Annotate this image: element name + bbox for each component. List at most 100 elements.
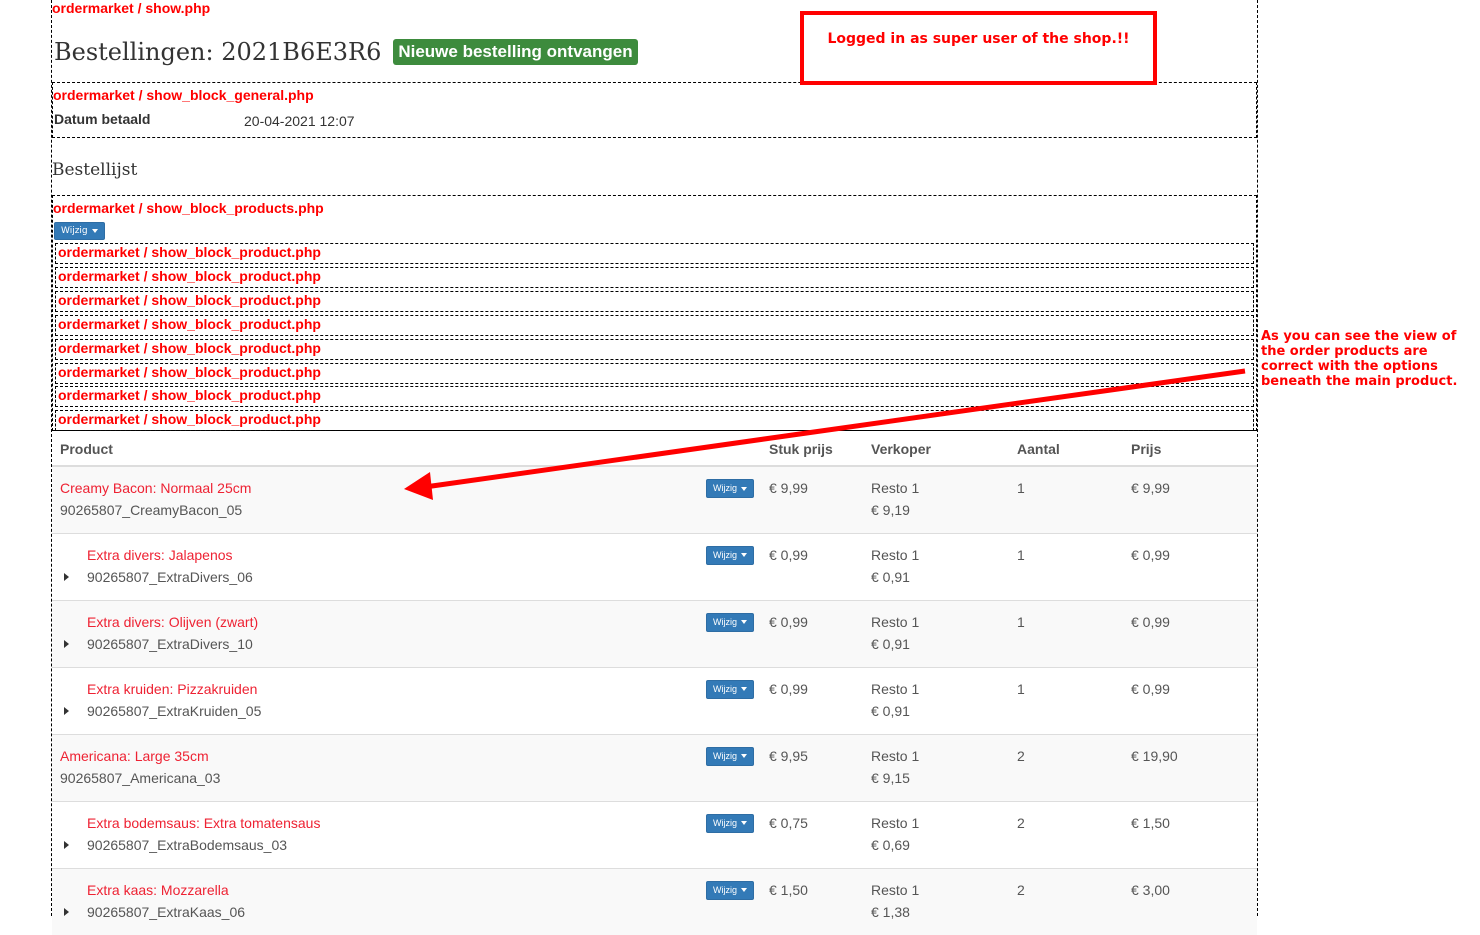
order-title: Bestellingen: 2021B6E3R6 (54, 38, 382, 66)
product-name[interactable]: Extra divers: Olijven (zwart) (87, 611, 699, 633)
product-cell: Extra divers: Jalapenos 90265807_ExtraDiv… (52, 532, 754, 600)
quantity: 1 (1009, 599, 1123, 667)
wijzig-label: Wijzig (713, 750, 737, 761)
product-block: ordermarket / show_block_product.php (55, 386, 1254, 407)
product-block: ordermarket / show_block_product.php (55, 267, 1254, 288)
caret-down-icon (741, 486, 747, 491)
seller-cell: Resto 1 € 9,19 (863, 465, 1009, 533)
unit-price: € 1,50 (707, 867, 863, 935)
page-title: Bestellingen: 2021B6E3R6 Nieuwe bestellin… (54, 38, 638, 66)
annotation-box: Logged in as super user of the shop.!! (800, 11, 1157, 85)
caret-down-icon (741, 620, 747, 625)
product-cell: Extra kruiden: Pizzakruiden 90265807_Extr… (52, 666, 754, 734)
wijzig-button[interactable]: Wijzig (706, 479, 754, 498)
product-name[interactable]: Extra divers: Jalapenos (87, 544, 699, 566)
quantity: 2 (1009, 733, 1123, 801)
table-row: Extra kruiden: Pizzakruiden 90265807_Extr… (52, 666, 1257, 734)
product-sku: 90265807_ExtraDivers_10 (87, 635, 253, 652)
caret-down-icon (91, 228, 98, 233)
product-name[interactable]: Americana: Large 35cm (60, 745, 699, 767)
table-row: Extra divers: Olijven (zwart) 90265807_Ex… (52, 599, 1257, 667)
seller-price: € 0,91 (871, 568, 910, 585)
total-price: € 1,50 (1123, 800, 1257, 868)
date-paid-value: 20-04-2021 12:07 (244, 113, 355, 129)
product-block: ordermarket / show_block_product.php (55, 291, 1254, 312)
seller-cell: Resto 1 € 0,91 (863, 666, 1009, 734)
unit-price: € 0,99 (707, 666, 863, 734)
date-paid-label: Datum betaald (54, 111, 151, 127)
page-container: ordermarket / show.php Bestellingen: 202… (51, 0, 1258, 935)
seller-name: Resto 1 (871, 814, 920, 831)
products-block: ordermarket / show_block_products.php Wi… (52, 195, 1257, 431)
unit-price: € 9,95 (707, 733, 863, 801)
wijzig-button[interactable]: Wijzig (706, 612, 754, 632)
unit-price: € 0,75 (707, 800, 863, 868)
total-price: € 0,99 (1123, 599, 1257, 667)
caret-down-icon (741, 888, 747, 893)
unit-price: € 9,99 (707, 465, 863, 533)
product-block: ordermarket / show_block_product.php (55, 410, 1254, 431)
total-price: € 0,99 (1123, 532, 1257, 600)
seller-cell: Resto 1 € 0,91 (863, 599, 1009, 667)
expand-triangle-icon[interactable] (64, 706, 69, 715)
quantity: 2 (1009, 867, 1123, 935)
table-row: Americana: Large 35cm 90265807_Americana_… (52, 733, 1257, 801)
expand-triangle-icon[interactable] (64, 639, 69, 648)
product-sku: 90265807_ExtraKruiden_05 (87, 702, 262, 719)
unit-price: € 0,99 (707, 599, 863, 667)
quantity: 1 (1009, 666, 1123, 734)
expand-triangle-icon[interactable] (64, 572, 69, 581)
debug-path-show: ordermarket / show.php (52, 0, 211, 16)
wijzig-label: Wijzig (61, 226, 88, 236)
wijzig-button[interactable]: Wijzig (706, 679, 754, 699)
wijzig-label: Wijzig (713, 683, 737, 694)
product-cell: Creamy Bacon: Normaal 25cm 90265807_Cream… (52, 465, 754, 533)
wijzig-label: Wijzig (713, 884, 737, 895)
wijzig-label: Wijzig (713, 817, 737, 828)
wijzig-button[interactable]: Wijzig (706, 880, 754, 900)
column-header: Stuk prijs (707, 430, 863, 467)
seller-name: Resto 1 (871, 613, 920, 630)
seller-price: € 0,91 (871, 702, 910, 719)
seller-name: Resto 1 (871, 480, 920, 496)
table-row: Extra bodemsaus: Extra tomatensaus 902658… (52, 800, 1257, 868)
column-header: Aantal (1009, 430, 1123, 467)
seller-cell: Resto 1 € 1,38 (863, 867, 1009, 935)
expand-triangle-icon[interactable] (64, 840, 69, 849)
total-price: € 0,99 (1123, 666, 1257, 734)
wijzig-label: Wijzig (713, 483, 737, 493)
column-header: Product (52, 430, 707, 467)
quantity: 1 (1009, 465, 1123, 533)
quantity: 2 (1009, 800, 1123, 868)
order-products-table: Product Stuk prijs Verkoper Aantal Prijs Cre… (52, 430, 1257, 935)
wijzig-button[interactable]: Wijzig (54, 222, 105, 240)
wijzig-button[interactable]: Wijzig (706, 813, 754, 833)
section-title: Bestellijst (52, 160, 138, 180)
seller-name: Resto 1 (871, 747, 920, 764)
product-block: ordermarket / show_block_product.php (55, 315, 1254, 336)
wijzig-button[interactable]: Wijzig (706, 746, 754, 766)
debug-path-products: ordermarket / show_block_products.php (53, 200, 324, 216)
product-sku: 90265807_CreamyBacon_05 (60, 502, 243, 518)
product-block: ordermarket / show_block_product.php (55, 363, 1254, 384)
total-price: € 9,99 (1123, 465, 1257, 533)
wijzig-button[interactable]: Wijzig (706, 545, 754, 565)
table-row: Extra kaas: Mozzarella 90265807_ExtraKaas… (52, 867, 1257, 935)
seller-price: € 9,19 (871, 502, 910, 518)
product-name[interactable]: Creamy Bacon: Normaal 25cm (60, 477, 699, 499)
caret-down-icon (741, 821, 747, 826)
wijzig-label: Wijzig (713, 616, 737, 627)
product-name[interactable]: Extra kruiden: Pizzakruiden (87, 678, 699, 700)
seller-name: Resto 1 (871, 881, 920, 898)
product-sku: 90265807_ExtraKaas_06 (87, 903, 246, 920)
product-name[interactable]: Extra bodemsaus: Extra tomatensaus (87, 812, 699, 834)
seller-name: Resto 1 (871, 546, 920, 563)
seller-price: € 1,38 (871, 903, 910, 920)
total-price: € 19,90 (1123, 733, 1257, 801)
column-header: Prijs (1123, 430, 1257, 467)
column-header: Verkoper (863, 430, 1009, 467)
product-cell: Americana: Large 35cm 90265807_Americana_… (52, 733, 754, 801)
product-name[interactable]: Extra kaas: Mozzarella (87, 879, 699, 901)
seller-cell: Resto 1 € 9,15 (863, 733, 1009, 801)
expand-triangle-icon[interactable] (64, 907, 69, 916)
